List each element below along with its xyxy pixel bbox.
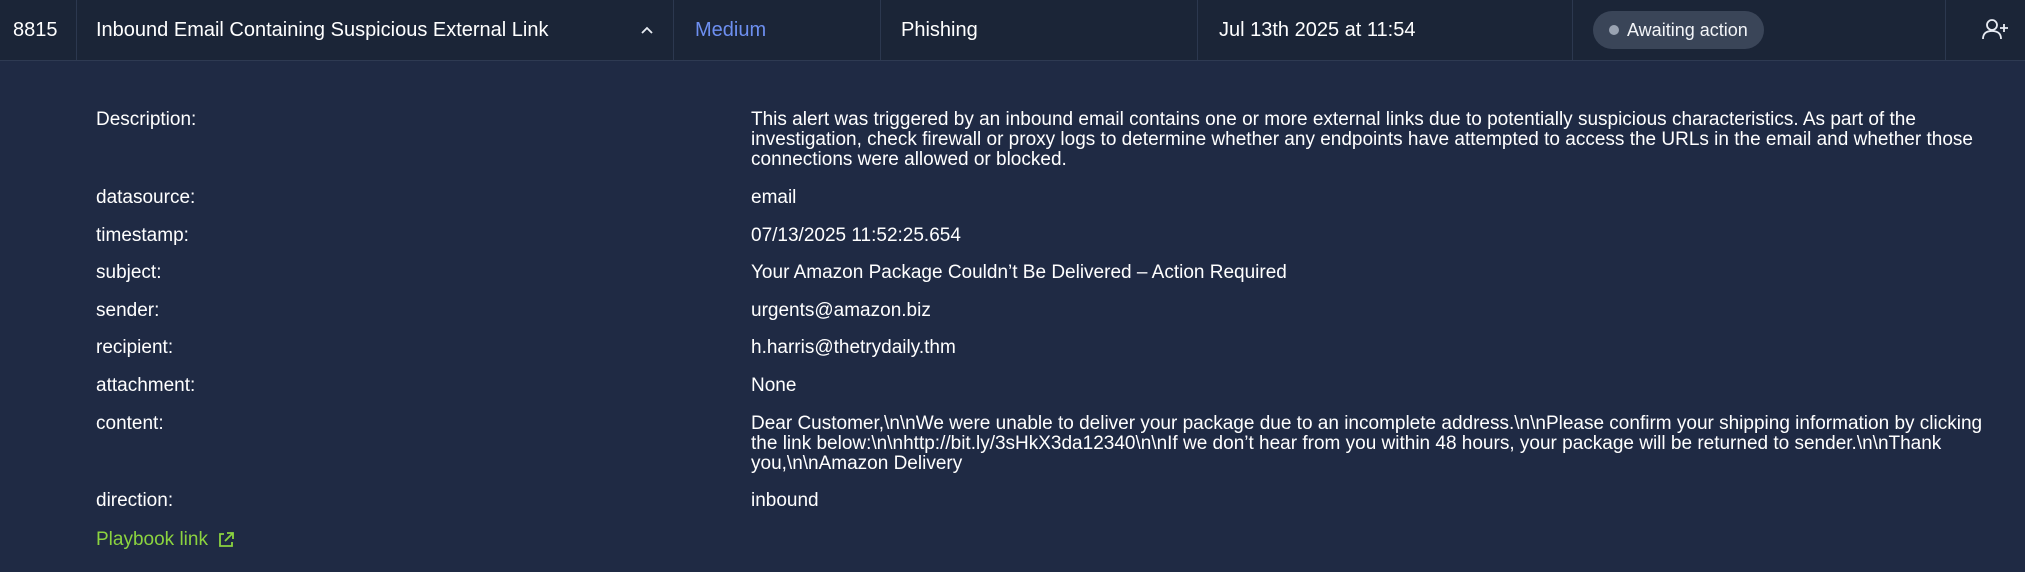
recipient-label: recipient: [96,337,174,358]
status-dot-icon [1609,25,1619,35]
subject-label: subject: [96,262,162,283]
severity-label: Medium [695,18,767,41]
column-divider [1197,0,1198,60]
attachment-label: attachment: [96,375,196,396]
column-divider [1572,0,1573,60]
attachment-value: None [751,375,797,396]
playbook-link[interactable]: Playbook link [96,529,236,551]
column-divider [880,0,881,60]
column-divider [1945,0,1946,60]
sender-value: urgents@amazon.biz [751,300,931,321]
alert-details-panel: Description: This alert was triggered by… [0,61,2025,572]
description-value: This alert was triggered by an inbound e… [751,109,1973,170]
content-value: Dear Customer,\n\nWe were unable to deli… [751,413,1983,474]
sender-label: sender: [96,300,160,321]
timestamp-value: 07/13/2025 11:52:25.654 [751,225,961,246]
timestamp-label: timestamp: [96,225,189,246]
recipient-value: h.harris@thetrydaily.thm [751,337,956,358]
add-user-icon[interactable] [1981,0,2011,60]
column-divider [76,0,77,60]
status-cell: Awaiting action [1593,0,1764,60]
chevron-up-icon[interactable] [636,0,658,60]
datasource-label: datasource: [96,187,196,208]
alert-title: Inbound Email Containing Suspicious Exte… [96,18,549,41]
alert-id: 8815 [13,18,58,41]
status-badge: Awaiting action [1593,11,1764,49]
alert-time: Jul 13th 2025 at 11:54 [1219,18,1416,41]
column-divider [673,0,674,60]
direction-value: inbound [751,490,819,511]
playbook-link-text[interactable]: Playbook link [96,529,208,551]
alert-type: Phishing [901,18,978,41]
direction-label: direction: [96,490,174,511]
description-label: Description: [96,109,197,130]
subject-value: Your Amazon Package Couldn’t Be Delivere… [751,262,1287,283]
content-label: content: [96,413,164,434]
datasource-value: email [751,187,797,208]
status-text: Awaiting action [1627,19,1748,40]
alert-row[interactable]: 8815 Inbound Email Containing Suspicious… [0,0,2025,61]
external-link-icon [219,532,234,547]
